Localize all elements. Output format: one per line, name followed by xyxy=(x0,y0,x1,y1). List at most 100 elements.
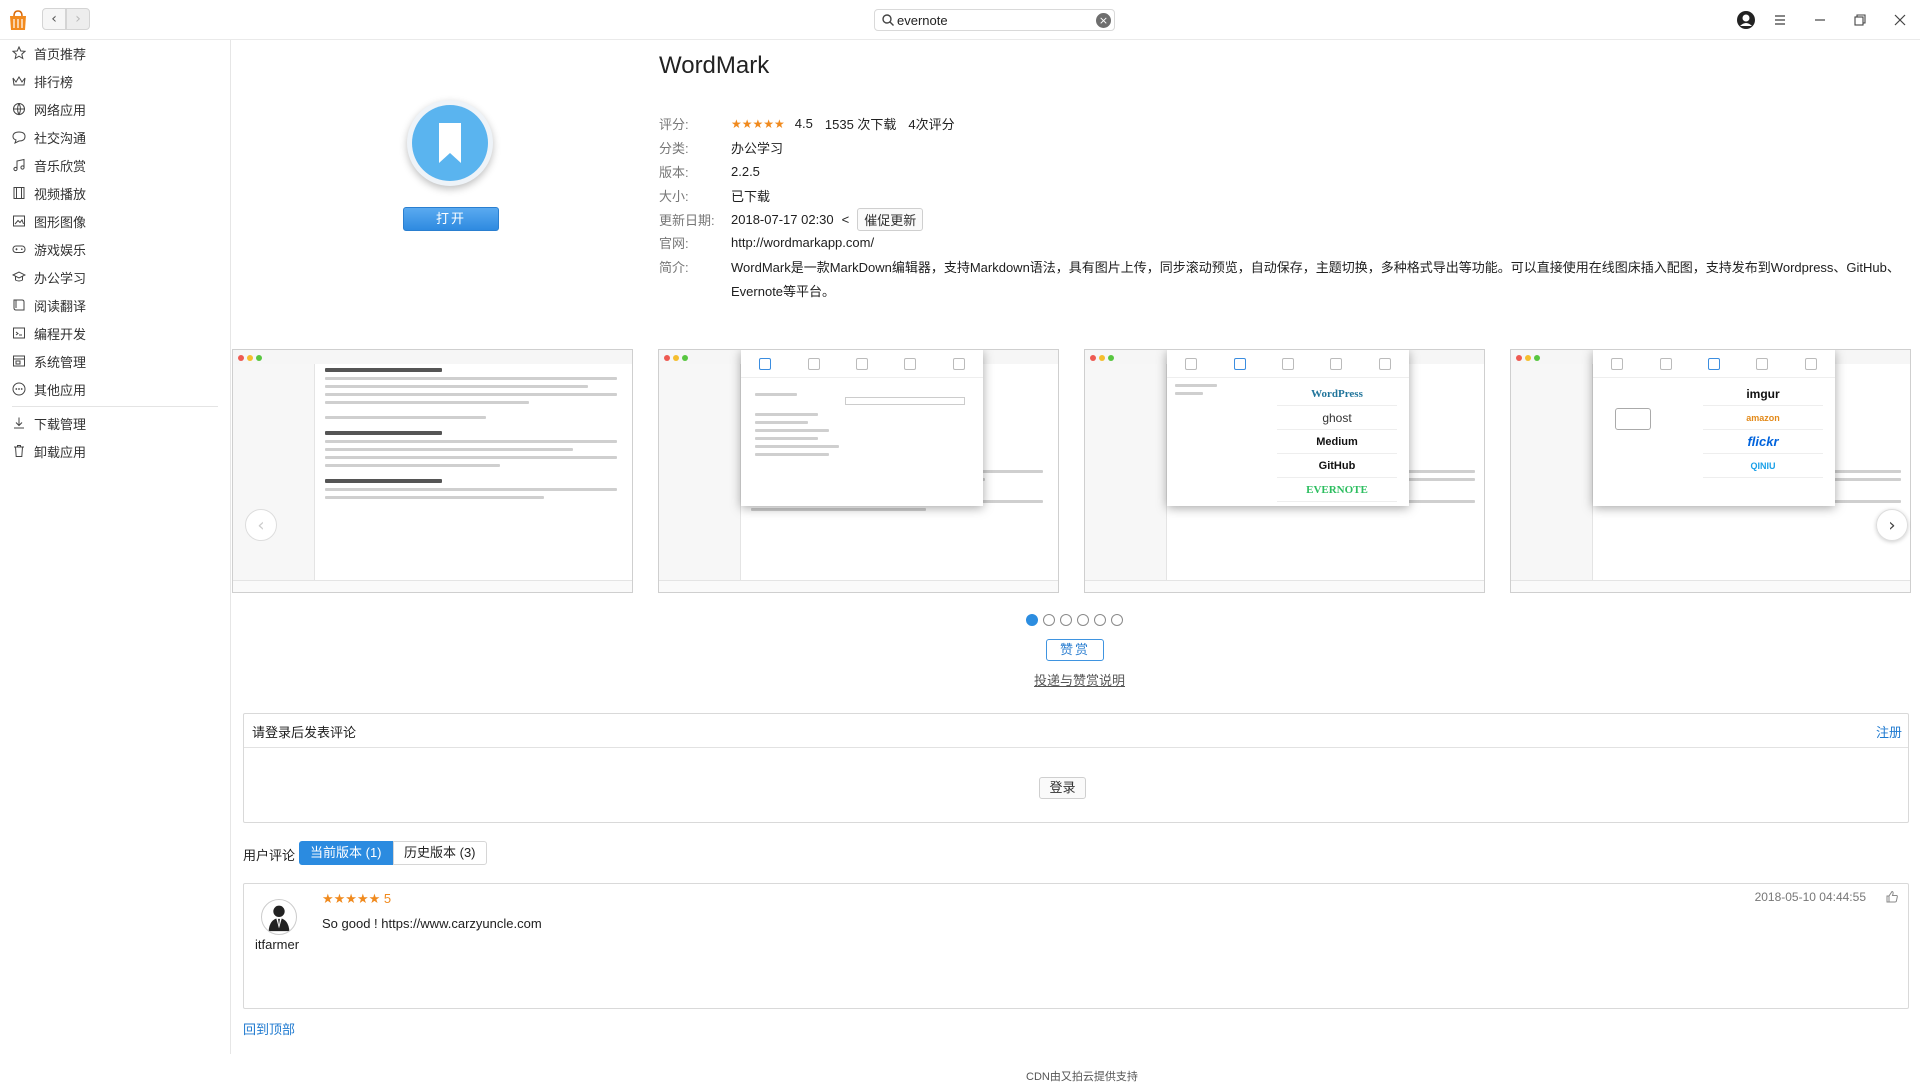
app-description: WordMark是一款MarkDown编辑器，支持Markdown语法，具有图片… xyxy=(731,260,1900,299)
carousel-dot[interactable] xyxy=(1094,614,1106,626)
update-arrow: < xyxy=(841,212,850,227)
comment-login-panel: 请登录后发表评论 注册 登录 xyxy=(243,713,1909,823)
sidebar-item-music[interactable]: 音乐欣赏 xyxy=(12,154,217,176)
login-button[interactable]: 登录 xyxy=(1039,777,1086,799)
star-icon xyxy=(12,46,26,60)
download-count: 1535 次下载 xyxy=(824,117,897,132)
medium-logo: Medium xyxy=(1277,430,1397,454)
size-row: 大小: 已下载 xyxy=(659,186,770,205)
sidebar-item-others[interactable]: 其他应用 xyxy=(12,378,217,400)
tab-current-version[interactable]: 当前版本 (1) xyxy=(299,841,393,865)
chat-icon xyxy=(12,131,26,144)
chevron-left-icon: ‹ xyxy=(51,11,57,27)
website-label: 官网: xyxy=(659,236,689,251)
sidebar-item-video[interactable]: 视频播放 xyxy=(12,182,217,204)
book-icon xyxy=(13,299,25,311)
sidebar-item-system[interactable]: 系统管理 xyxy=(12,350,217,372)
sidebar-item-label: 其他应用 xyxy=(34,382,87,398)
donate-button[interactable]: 赞赏 xyxy=(1046,639,1104,661)
qiniu-logo: QINIU xyxy=(1703,454,1823,478)
sidebar-item-downloads[interactable]: 下载管理 xyxy=(12,412,217,434)
clear-search-icon[interactable]: × xyxy=(1096,13,1111,28)
ghost-logo: ghost xyxy=(1277,406,1397,430)
film-icon xyxy=(13,187,25,199)
screenshot-2[interactable] xyxy=(658,349,1059,593)
size-value: 已下载 xyxy=(731,189,771,204)
sidebar-item-label: 音乐欣赏 xyxy=(34,158,87,174)
rating-value: 4.5 xyxy=(794,116,813,131)
sidebar-item-reading[interactable]: 阅读翻译 xyxy=(12,294,217,316)
app-icon xyxy=(407,100,493,186)
code-icon xyxy=(13,327,25,339)
search-input[interactable] xyxy=(897,12,1087,29)
back-to-top-link[interactable]: 回到顶部 xyxy=(243,1019,295,1038)
sidebar-item-programming[interactable]: 编程开发 xyxy=(12,322,217,344)
carousel-indicator xyxy=(1026,614,1123,626)
search-box[interactable]: × xyxy=(874,9,1115,31)
sidebar-item-label: 下载管理 xyxy=(34,416,87,432)
thumb-up-icon[interactable] xyxy=(1885,890,1899,904)
sidebar-item-label: 排行榜 xyxy=(34,74,74,90)
sidebar-item-label: 社交沟通 xyxy=(34,130,87,146)
rating-row: 评分: ★★★★★ 4.5 1535 次下载 4次评分 xyxy=(659,114,955,133)
sidebar-item-label: 办公学习 xyxy=(34,270,87,286)
update-row: 更新日期: 2018-07-17 02:30 < 催促更新 xyxy=(659,208,924,231)
register-link[interactable]: 注册 xyxy=(1876,722,1902,741)
download-icon xyxy=(14,417,24,429)
donate-info-link[interactable]: 投递与赞赏说明 xyxy=(1034,670,1125,689)
sidebar-item-uninstall[interactable]: 卸载应用 xyxy=(12,440,217,462)
sidebar-item-label: 卸载应用 xyxy=(34,444,87,460)
sidebar-item-home[interactable]: 首页推荐 xyxy=(12,42,217,64)
screenshot-4[interactable]: imgur amazon flickr QINIU xyxy=(1510,349,1911,593)
carousel-next-button[interactable]: › xyxy=(1876,509,1908,541)
sidebar-item-office[interactable]: 办公学习 xyxy=(12,266,217,288)
update-date: 2018-07-17 02:30 xyxy=(731,212,834,227)
bookmark-icon xyxy=(412,105,488,181)
carousel-dot[interactable] xyxy=(1060,614,1072,626)
sidebar-item-label: 图形图像 xyxy=(34,214,87,230)
review-date: 2018-05-10 04:44:55 xyxy=(1754,890,1866,904)
review-rating: ★★★★★ 5 xyxy=(322,891,392,906)
sidebar-item-label: 系统管理 xyxy=(34,354,87,370)
publish-targets-list: WordPress ghost Medium GitHub EVERNOTE xyxy=(1277,382,1397,502)
tab-history-version[interactable]: 历史版本 (3) xyxy=(393,841,487,865)
reviews-heading: 用户评论 xyxy=(243,848,296,863)
close-window-icon[interactable] xyxy=(1890,10,1910,30)
carousel-dot[interactable] xyxy=(1026,614,1038,626)
sidebar-item-ranking[interactable]: 排行榜 xyxy=(12,70,217,92)
urge-update-button[interactable]: 催促更新 xyxy=(857,208,924,231)
carousel-prev-button[interactable]: ‹ xyxy=(245,509,277,541)
carousel-dot[interactable] xyxy=(1077,614,1089,626)
forward-button[interactable]: › xyxy=(66,8,90,30)
title-bar: ‹ › × xyxy=(0,0,1920,40)
sidebar-item-games[interactable]: 游戏娱乐 xyxy=(12,238,217,260)
sidebar-item-label: 编程开发 xyxy=(34,326,87,342)
back-button[interactable]: ‹ xyxy=(42,8,66,30)
sidebar-item-label: 网络应用 xyxy=(34,102,87,118)
chevron-left-icon: ‹ xyxy=(257,514,265,536)
rating-stars: ★★★★★ xyxy=(731,116,785,131)
sidebar-item-label: 视频播放 xyxy=(34,186,87,202)
intro-label: 简介: xyxy=(659,260,689,275)
screenshot-1[interactable] xyxy=(232,349,633,593)
carousel-dot[interactable] xyxy=(1043,614,1055,626)
website-link[interactable]: http://wordmarkapp.com/ xyxy=(731,235,874,250)
review-text: So good ! https://www.carzyuncle.com xyxy=(322,916,542,931)
minimize-icon[interactable] xyxy=(1810,10,1830,30)
imgur-logo: imgur xyxy=(1703,382,1823,406)
graduation-cap-icon xyxy=(12,271,26,282)
comment-login-prompt: 请登录后发表评论 xyxy=(252,725,357,740)
maximize-icon[interactable] xyxy=(1850,10,1870,30)
user-avatar-icon[interactable] xyxy=(1736,10,1756,30)
sidebar-item-network[interactable]: 网络应用 xyxy=(12,98,217,120)
sidebar-item-graphics[interactable]: 图形图像 xyxy=(12,210,217,232)
carousel-dot[interactable] xyxy=(1111,614,1123,626)
sidebar-item-social[interactable]: 社交沟通 xyxy=(12,126,217,148)
screenshot-3[interactable]: WordPress ghost Medium GitHub EVERNOTE xyxy=(1084,349,1485,593)
menu-icon[interactable] xyxy=(1770,10,1790,30)
sidebar-divider xyxy=(12,406,218,407)
search-icon xyxy=(882,14,894,26)
sidebar-item-label: 阅读翻译 xyxy=(34,298,87,314)
review-username: itfarmer xyxy=(255,937,300,952)
open-app-button[interactable]: 打开 xyxy=(403,207,499,231)
